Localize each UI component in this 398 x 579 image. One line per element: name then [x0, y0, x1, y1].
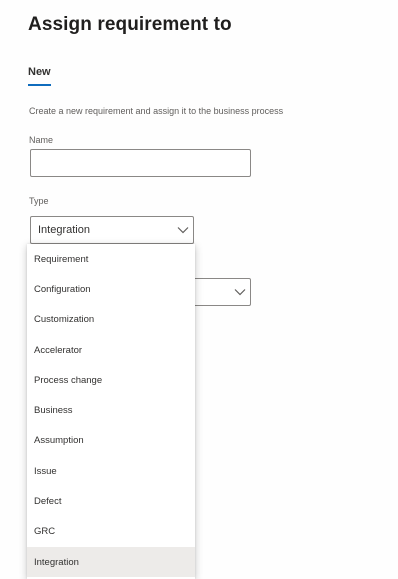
tab-new[interactable]: New — [28, 66, 51, 86]
type-label: Type — [29, 196, 49, 206]
name-field[interactable] — [30, 149, 251, 177]
dropdown-option-integration[interactable]: Integration — [27, 546, 195, 578]
dropdown-option-accelerator[interactable]: Accelerator — [27, 335, 195, 365]
type-dropdown-list: Requirement Configuration Customization … — [27, 244, 195, 579]
type-select[interactable]: Integration — [30, 216, 194, 244]
type-select-value: Integration — [38, 224, 90, 236]
dropdown-option-configuration[interactable]: Configuration — [27, 274, 195, 304]
chevron-down-icon — [230, 279, 250, 305]
dropdown-option-defect[interactable]: Defect — [27, 486, 195, 516]
dropdown-option-issue[interactable]: Issue — [27, 456, 195, 486]
assign-requirement-panel: Assign requirement to New Create a new r… — [0, 0, 398, 579]
dropdown-option-grc[interactable]: GRC — [27, 517, 195, 547]
dropdown-option-assumption[interactable]: Assumption — [27, 426, 195, 456]
dropdown-option-business[interactable]: Business — [27, 395, 195, 425]
dropdown-option-customization[interactable]: Customization — [27, 305, 195, 335]
panel-title: Assign requirement to — [28, 14, 232, 35]
dropdown-option-process-change[interactable]: Process change — [27, 365, 195, 395]
form-description: Create a new requirement and assign it t… — [29, 106, 284, 116]
name-label: Name — [29, 135, 54, 145]
chevron-down-icon — [173, 217, 193, 243]
dropdown-option-requirement[interactable]: Requirement — [27, 244, 195, 274]
